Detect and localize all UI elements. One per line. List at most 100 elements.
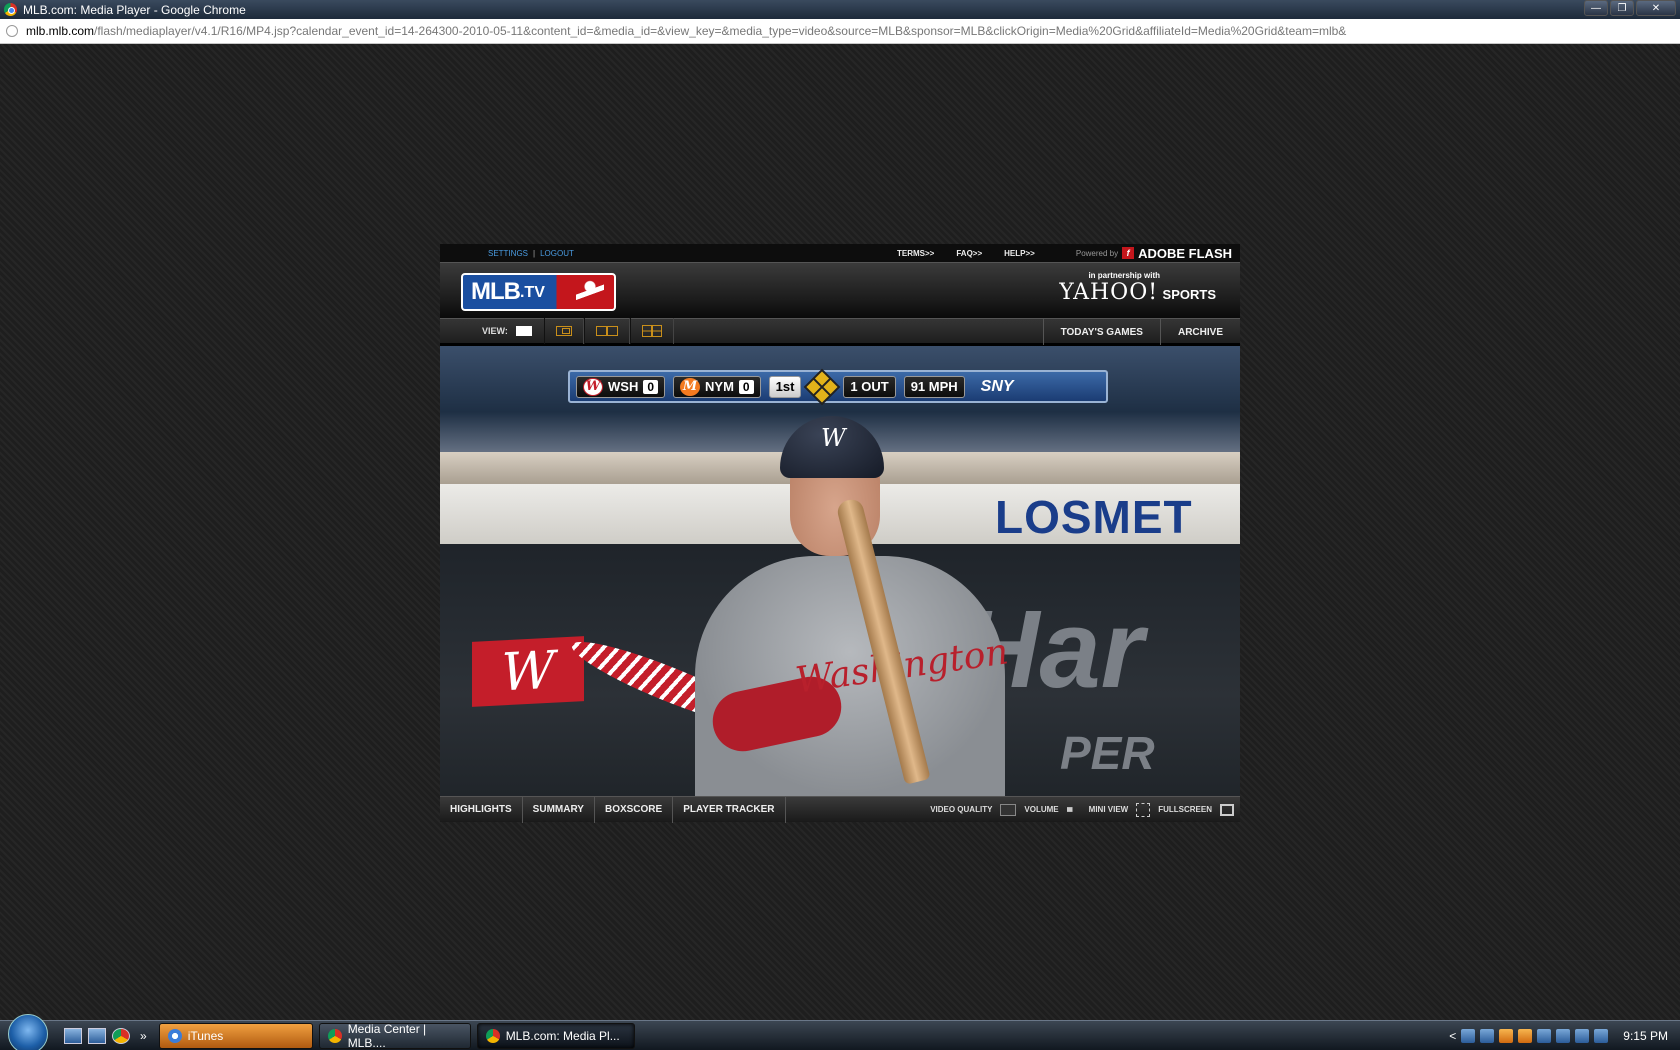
video-frame[interactable]: LOSMET Har PER W Washington W W WSH 0 M … [440,346,1240,796]
tray-app-icon[interactable] [1537,1029,1552,1043]
home-score: 0 [738,379,754,394]
logout-link[interactable]: LOGOUT [540,249,574,258]
nationals-logo-icon: W [583,377,603,396]
chrome-launch-icon[interactable] [112,1027,130,1044]
tab-boxscore[interactable]: BOXSCORE [595,796,674,823]
bases-diamond-icon [804,368,841,405]
taskbar-mlb-label: MLB.com: Media Pl... [505,1028,620,1043]
inning-box: 1st [768,375,802,398]
taskbar-itunes-label: iTunes [187,1028,224,1043]
player-bottom-bar: HIGHLIGHTS SUMMARY BOXSCORE PLAYER TRACK… [440,796,1240,823]
quad-view-wrap [629,318,674,344]
switch-windows-icon[interactable] [88,1027,106,1044]
help-links: TERMS>> FAQ>> HELP>> [897,249,1035,258]
tab-player-tracker[interactable]: PLAYER TRACKER [673,796,786,823]
settings-link[interactable]: SETTINGS [488,249,528,258]
logo-mlb-text: MLB [471,278,521,305]
taskbar-media-center[interactable]: Media Center | MLB.... [318,1022,471,1050]
tray-expand-icon[interactable]: < [1449,1029,1456,1043]
player-header: MLB .TV in partnership with YAHOO! SPORT… [440,262,1240,318]
tab-highlights[interactable]: HIGHLIGHTS [440,796,523,823]
itunes-icon [167,1028,182,1043]
powered-by-adobe: Powered by f ADOBE FLASH [1076,246,1232,261]
show-desktop-icon[interactable] [64,1027,82,1044]
tab-todays-games[interactable]: TODAY'S GAMES [1042,319,1160,345]
volume-icon[interactable] [1066,803,1078,816]
mini-view-label: MINI VIEW [1088,805,1129,814]
tray-app-icon[interactable] [1499,1029,1514,1043]
nav-separator: | [533,248,536,258]
view-right-tabs: TODAY'S GAMES ARCHIVE [1042,319,1240,345]
taskbar-itunes[interactable]: iTunes [158,1022,313,1049]
scorebug: W WSH 0 M NYM 0 1st 1 OUT 91 MPH SNY [568,368,1108,405]
terms-link[interactable]: TERMS>> [897,249,934,258]
clock[interactable]: 9:15 PM [1623,1029,1668,1043]
volume-label: VOLUME [1024,805,1059,814]
player-controls: VIDEO QUALITY VOLUME MINI VIEW FULLSCREE… [930,802,1234,817]
window-controls: — ❐ ✕ [1584,0,1676,16]
tab-summary[interactable]: SUMMARY [523,796,595,823]
tab-archive[interactable]: ARCHIVE [1159,319,1240,345]
sports-label: SPORTS [1162,287,1216,302]
power-icon[interactable] [1594,1029,1609,1043]
ad-text-top: LOSMET [995,491,1193,543]
mets-logo-icon: M [680,377,701,396]
page-icon [6,25,18,37]
tray-app-icon[interactable] [1461,1029,1476,1043]
tray-app-icon[interactable] [1480,1029,1495,1043]
minimize-button[interactable]: — [1584,0,1608,16]
mlb-batter-icon [576,280,604,306]
pip-view-wrap [543,318,584,344]
fullscreen-label: FULLSCREEN [1158,805,1212,814]
maximize-button[interactable]: ❐ [1610,0,1634,16]
home-team-box: M NYM 0 [673,375,761,398]
window-titlebar: MLB.com: Media Player - Google Chrome — … [0,0,1680,19]
window-title: MLB.com: Media Player - Google Chrome [23,2,246,17]
player-top-nav: SETTINGS | LOGOUT TERMS>> FAQ>> HELP>> P… [440,244,1240,262]
network-icon[interactable] [1556,1029,1571,1043]
dual-view-wrap [583,318,630,344]
mlb-tv-logo[interactable]: MLB .TV [461,273,616,311]
adobe-flash-label: ADOBE FLASH [1138,245,1232,261]
home-team: NYM [705,379,734,394]
speaker-icon[interactable] [1575,1029,1590,1043]
close-button[interactable]: ✕ [1636,0,1676,16]
nationals-flag-icon: W [472,636,584,707]
taskbar-mlb-media-player[interactable]: MLB.com: Media Pl... [476,1022,635,1049]
chrome-icon [4,3,17,16]
away-team: WSH [608,379,639,394]
pitch-speed-box: 91 MPH [903,375,965,398]
yahoo-logo: YAHOO! [1059,280,1159,305]
dual-view-icon[interactable] [595,326,618,336]
url-path: /flash/mediaplayer/v4.1/R16/MP4.jsp?cale… [94,24,1347,38]
faq-link[interactable]: FAQ>> [956,249,982,258]
help-link[interactable]: HELP>> [1004,249,1035,258]
away-team-box: W WSH 0 [576,375,666,398]
fullscreen-icon[interactable] [1220,803,1234,816]
sny-network-logo: SNY [980,377,1014,395]
mini-view-icon[interactable] [1136,802,1151,817]
helmet-logo-icon: W [821,424,846,452]
view-label: VIEW: [482,326,508,336]
video-quality-icon[interactable] [1000,803,1017,816]
video-quality-label: VIDEO QUALITY [930,805,993,814]
system-tray: < 9:15 PM [1439,1021,1680,1050]
start-button[interactable] [8,1013,48,1050]
chrome-icon [485,1028,500,1043]
logo-tv-text: .TV [519,284,545,301]
outs-box: 1 OUT [843,375,896,398]
away-score: 0 [643,379,659,394]
pip-view-icon[interactable] [555,326,572,336]
tray-app-icon[interactable] [1518,1029,1533,1043]
single-view-icon[interactable] [515,326,532,336]
url-host: mlb.mlb.com [26,24,95,38]
chrome-icon [327,1028,342,1043]
flash-icon: f [1122,247,1135,259]
yahoo-sports-partner: in partnership with YAHOO! SPORTS [1059,271,1216,305]
address-bar[interactable]: mlb.mlb.com /flash/mediaplayer/v4.1/R16/… [0,19,1680,44]
partner-label: in partnership with [1088,271,1160,280]
taskbar: » iTunes Media Center | MLB.... MLB.com:… [0,1013,1680,1050]
quad-view-icon[interactable] [641,325,662,337]
quick-launch: » [64,1027,147,1044]
quick-launch-more[interactable]: » [140,1029,147,1043]
